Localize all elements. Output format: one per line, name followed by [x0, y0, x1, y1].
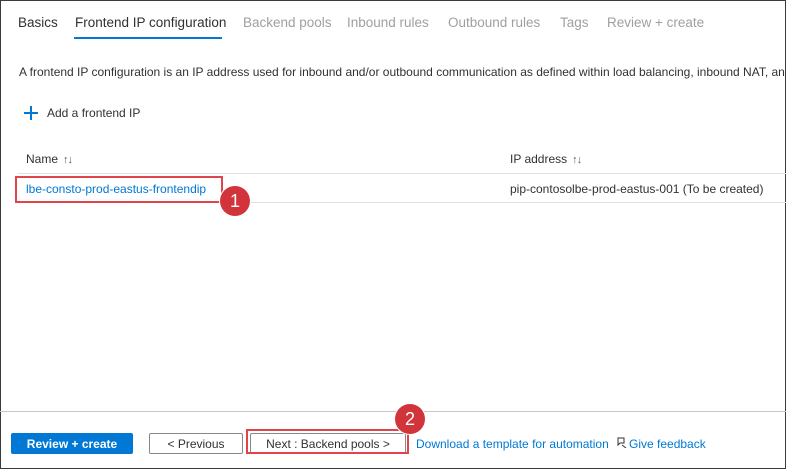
tab-review-create[interactable]: Review + create [607, 15, 704, 30]
highlight-box-2 [246, 429, 409, 454]
column-header-ip-address[interactable]: IP address ↑↓ [510, 152, 582, 166]
ip-address-cell: pip-contosolbe-prod-eastus-001 (To be cr… [510, 182, 764, 196]
column-ip-label: IP address [510, 152, 568, 166]
feedback-icon [617, 437, 627, 451]
footer-divider [0, 411, 786, 412]
give-feedback-label: Give feedback [629, 437, 706, 451]
sort-icon[interactable]: ↑↓ [572, 154, 582, 166]
add-frontend-ip-button[interactable]: Add a frontend IP [24, 103, 140, 123]
column-header-name[interactable]: Name ↑↓ [26, 152, 73, 166]
sort-icon[interactable]: ↑↓ [63, 154, 73, 166]
grid-header: Name ↑↓ IP address ↑↓ [18, 146, 786, 174]
tab-tags[interactable]: Tags [560, 15, 589, 30]
plus-icon [24, 106, 38, 120]
tab-outbound-rules[interactable]: Outbound rules [448, 15, 540, 30]
page-description: A frontend IP configuration is an IP add… [19, 65, 786, 79]
wizard-tabs: Basics Frontend IP configuration Backend… [0, 0, 786, 44]
highlight-box-1 [15, 176, 223, 203]
previous-button[interactable]: < Previous [149, 433, 243, 454]
review-create-button[interactable]: Review + create [11, 433, 133, 454]
download-template-link[interactable]: Download a template for automation [416, 437, 609, 451]
callout-badge-2: 2 [395, 404, 425, 434]
tab-inbound-rules[interactable]: Inbound rules [347, 15, 429, 30]
give-feedback-link[interactable]: Give feedback [617, 437, 706, 451]
add-frontend-ip-label: Add a frontend IP [47, 106, 141, 120]
tab-basics[interactable]: Basics [18, 15, 58, 30]
callout-badge-1: 1 [220, 186, 250, 216]
column-name-label: Name [26, 152, 59, 166]
tab-frontend-ip-configuration[interactable]: Frontend IP configuration [75, 15, 226, 30]
tab-backend-pools[interactable]: Backend pools [243, 15, 332, 30]
active-tab-indicator [74, 37, 222, 39]
